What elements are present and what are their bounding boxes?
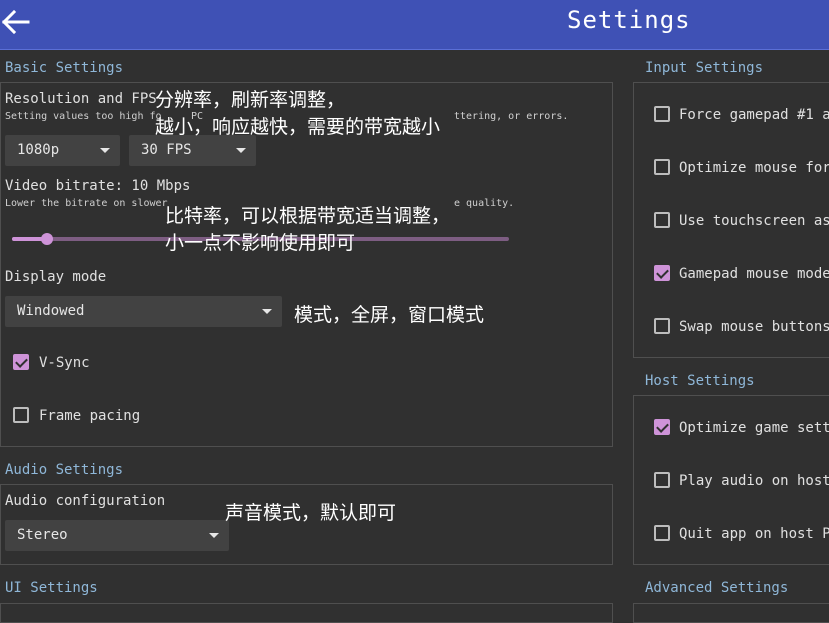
back-button[interactable] <box>0 8 34 38</box>
host-settings-heading: Host Settings <box>645 373 755 389</box>
optimize-mouse-checkbox[interactable] <box>654 159 670 175</box>
gamepad-mouse-mode-label: Gamepad mouse mode <box>679 266 829 282</box>
resolution-description-start: Setting values too high fo <box>5 111 162 122</box>
title-bar: Settings <box>0 0 829 50</box>
resolution-description-end: ttering, or errors. <box>454 111 569 122</box>
force-gamepad-checkbox[interactable] <box>654 106 670 122</box>
input-settings-heading: Input Settings <box>645 60 764 76</box>
resolution-dropdown[interactable]: 1080p <box>5 135 120 166</box>
annotation-audio: 声音模式，默认即可 <box>225 502 397 524</box>
swap-mouse-buttons-checkbox[interactable] <box>654 318 670 334</box>
chevron-down-icon <box>236 148 246 153</box>
optimize-game-settings-label: Optimize game setti <box>679 420 829 436</box>
page-title: Settings <box>567 6 691 34</box>
display-mode-dropdown[interactable]: Windowed <box>5 296 282 327</box>
fps-value: 30 FPS <box>141 142 192 158</box>
annotation-bitrate-line2: 小一点不影响使用即可 <box>165 232 356 254</box>
chevron-down-icon <box>262 309 272 314</box>
bitrate-title: Video bitrate: 10 Mbps <box>5 178 191 194</box>
bitrate-description-start: Lower the bitrate on slower <box>5 198 168 209</box>
display-mode-value: Windowed <box>17 303 85 319</box>
optimize-game-settings-checkbox[interactable] <box>654 419 670 435</box>
resolution-value: 1080p <box>17 142 60 158</box>
vsync-label: V-Sync <box>39 355 90 371</box>
chevron-down-icon <box>100 148 110 153</box>
vsync-checkbox[interactable] <box>13 354 29 370</box>
basic-settings-heading: Basic Settings <box>5 60 124 76</box>
chevron-down-icon <box>209 533 219 538</box>
bitrate-slider-thumb[interactable] <box>40 233 53 245</box>
fps-dropdown[interactable]: 30 FPS <box>129 135 256 166</box>
force-gamepad-label: Force gamepad #1 al <box>679 107 829 123</box>
advanced-settings-panel <box>633 603 829 623</box>
ui-settings-heading: UI Settings <box>5 580 98 596</box>
play-audio-host-checkbox[interactable] <box>654 472 670 488</box>
gamepad-mouse-mode-checkbox[interactable] <box>654 265 670 281</box>
frame-pacing-label: Frame pacing <box>39 408 141 424</box>
annotation-display-mode: 模式，全屏，窗口模式 <box>294 304 485 326</box>
advanced-settings-heading: Advanced Settings <box>645 580 789 596</box>
touchscreen-checkbox[interactable] <box>654 212 670 228</box>
annotation-resolution-line1: 分辨率，刷新率调整， <box>155 89 346 111</box>
quit-app-host-label: Quit app on host PC <box>679 526 829 542</box>
bitrate-description-end: e quality. <box>454 198 515 209</box>
audio-config-dropdown[interactable]: Stereo <box>5 520 229 551</box>
play-audio-host-label: Play audio on host <box>679 473 829 489</box>
display-mode-title: Display mode <box>5 269 107 285</box>
swap-mouse-buttons-label: Swap mouse buttons <box>679 319 829 335</box>
optimize-mouse-label: Optimize mouse for <box>679 160 829 176</box>
annotation-resolution-line2: 越小，响应越快，需要的带宽越小 <box>155 116 441 138</box>
quit-app-host-checkbox[interactable] <box>654 525 670 541</box>
audio-config-value: Stereo <box>17 527 68 543</box>
annotation-bitrate-line1: 比特率，可以根据带宽适当调整， <box>165 205 451 227</box>
touchscreen-label: Use touchscreen as <box>679 213 829 229</box>
frame-pacing-checkbox[interactable] <box>13 407 29 423</box>
audio-settings-heading: Audio Settings <box>5 462 124 478</box>
resolution-title: Resolution and FPS <box>5 91 157 107</box>
ui-settings-panel <box>0 603 613 623</box>
audio-config-title: Audio configuration <box>5 493 166 509</box>
arrow-left-icon <box>1 9 30 35</box>
